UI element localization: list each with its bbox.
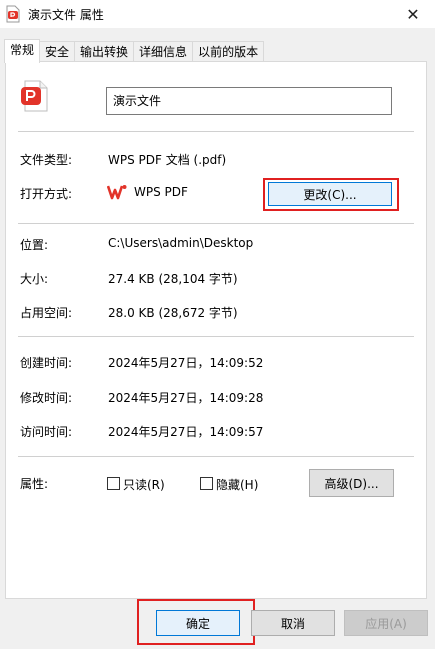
open-with-label: 打开方式: xyxy=(20,187,73,201)
hidden-label: 隐藏(H) xyxy=(216,478,259,492)
accessed-label: 访问时间: xyxy=(20,425,73,439)
file-type-value: WPS PDF 文档 (.pdf) xyxy=(108,153,227,167)
accessed-value: 2024年5月27日，14:09:57 xyxy=(108,425,264,439)
location-value: C:\Users\admin\Desktop xyxy=(108,236,254,250)
hidden-checkbox[interactable] xyxy=(200,477,213,490)
divider xyxy=(18,456,414,457)
divider xyxy=(18,336,414,337)
ok-button-label: 确定 xyxy=(185,616,210,631)
title-bar: 演示文件 属性 ✕ xyxy=(0,0,435,28)
tab-previous-versions[interactable]: 以前的版本 xyxy=(192,41,265,62)
tab-security[interactable]: 安全 xyxy=(39,41,76,62)
window-title: 演示文件 属性 xyxy=(28,8,104,22)
tab-general[interactable]: 常规 xyxy=(4,39,41,63)
close-icon: ✕ xyxy=(406,4,420,24)
size-on-disk-value: 28.0 KB (28,672 字节) xyxy=(108,306,238,320)
apply-button: 应用(A) xyxy=(344,610,428,636)
filename-input[interactable]: 演示文件 xyxy=(106,87,392,115)
ok-button[interactable]: 确定 xyxy=(156,610,240,636)
open-with-value: WPS PDF xyxy=(134,185,188,199)
readonly-label: 只读(R) xyxy=(123,478,165,492)
advanced-button-label: 高级(D)... xyxy=(324,476,379,491)
location-label: 位置: xyxy=(20,238,49,252)
modified-label: 修改时间: xyxy=(20,391,73,405)
size-label: 大小: xyxy=(20,272,49,286)
advanced-button[interactable]: 高级(D)... xyxy=(309,469,394,497)
readonly-checkbox[interactable] xyxy=(107,477,120,490)
pdf-document-icon xyxy=(21,80,48,112)
divider xyxy=(18,131,414,132)
apply-button-label: 应用(A) xyxy=(365,616,407,631)
change-button-label: 更改(C)... xyxy=(303,187,357,202)
created-value: 2024年5月27日，14:09:52 xyxy=(108,356,264,370)
file-type-label: 文件类型: xyxy=(20,153,73,167)
divider xyxy=(18,223,414,224)
attributes-label: 属性: xyxy=(20,477,49,491)
tab-strip: 常规 安全 输出转换 详细信息 以前的版本 xyxy=(4,39,265,63)
modified-value: 2024年5月27日，14:09:28 xyxy=(108,391,264,405)
close-button[interactable]: ✕ xyxy=(391,0,435,28)
wps-logo-icon xyxy=(107,185,127,200)
general-panel xyxy=(5,61,427,599)
created-label: 创建时间: xyxy=(20,356,73,370)
cancel-button[interactable]: 取消 xyxy=(251,610,335,636)
cancel-button-label: 取消 xyxy=(280,616,305,631)
pdf-file-icon xyxy=(6,5,20,23)
tab-output-convert[interactable]: 输出转换 xyxy=(74,41,135,62)
tab-details[interactable]: 详细信息 xyxy=(133,41,194,62)
change-button[interactable]: 更改(C)... xyxy=(268,182,392,206)
size-value: 27.4 KB (28,104 字节) xyxy=(108,272,238,286)
size-on-disk-label: 占用空间: xyxy=(20,306,73,320)
